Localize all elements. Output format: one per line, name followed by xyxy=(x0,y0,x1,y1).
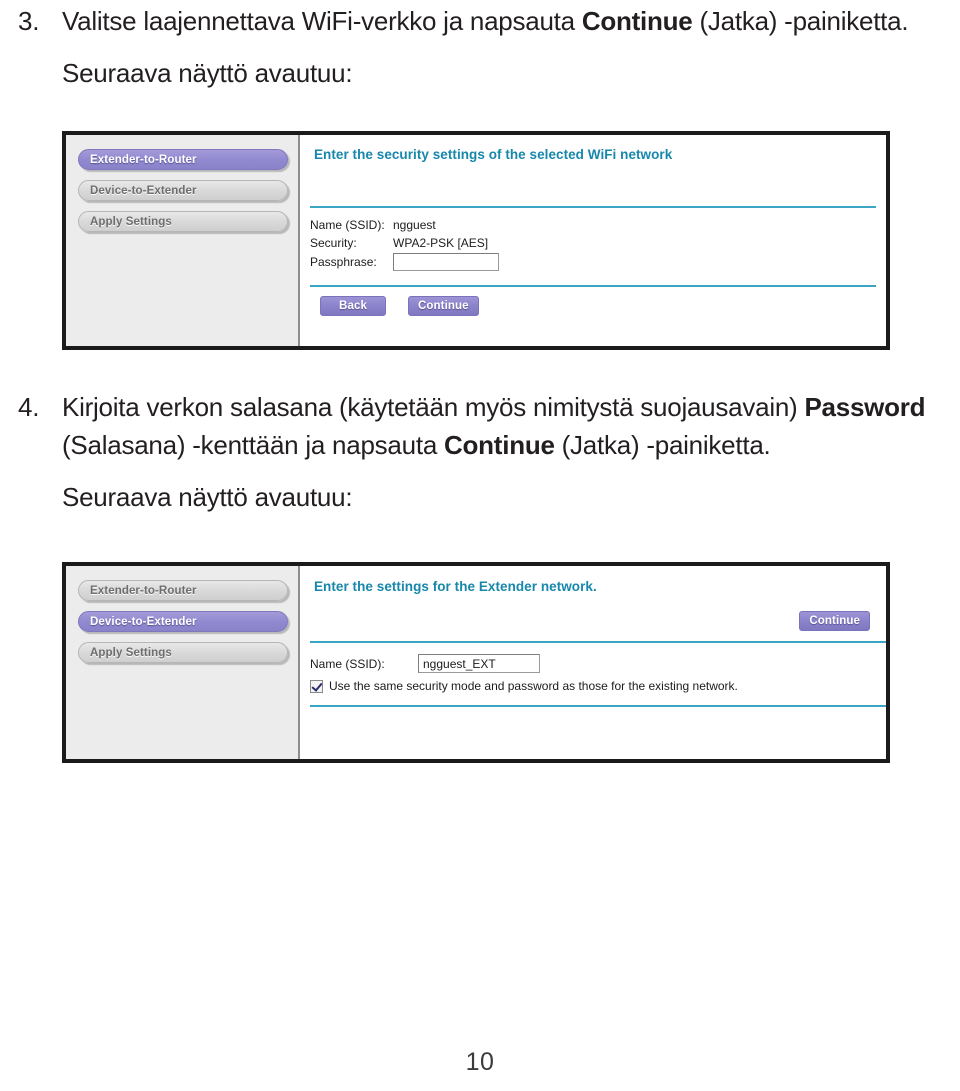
step-4-bold-continue: Continue xyxy=(444,430,555,460)
security-value: WPA2-PSK [AES] xyxy=(393,236,489,250)
sidebar-tab-device-to-extender[interactable]: Device-to-Extender xyxy=(78,611,288,632)
field-row-ssid-1: Name (SSID): ngguest xyxy=(310,217,436,233)
sidebar-tab-label: Device-to-Extender xyxy=(90,184,197,197)
sidebar-tab-label: Apply Settings xyxy=(90,646,172,659)
field-row-passphrase: Passphrase: xyxy=(310,253,499,271)
step-4-paragraph: Kirjoita verkon salasana (käytetään myös… xyxy=(62,388,948,464)
wizard-content-2: Enter the settings for the Extender netw… xyxy=(300,566,886,759)
security-label: Security: xyxy=(310,236,357,250)
divider-top-1 xyxy=(310,206,876,208)
panel-heading-security-settings: Enter the security settings of the selec… xyxy=(314,147,673,162)
sidebar-tab-device-to-extender[interactable]: Device-to-Extender xyxy=(78,180,288,201)
step-4-line1: Kirjoita verkon salasana (käytetään myös… xyxy=(62,392,805,422)
divider-top-2 xyxy=(310,641,886,643)
page-number: 10 xyxy=(465,1048,495,1076)
step-4-mid: (Salasana) -kenttään ja napsauta xyxy=(62,430,445,460)
panel-heading-extender-network: Enter the settings for the Extender netw… xyxy=(314,579,597,594)
passphrase-input[interactable] xyxy=(393,253,499,271)
instruction-step-3: 3. Valitse laajennettava WiFi-verkko ja … xyxy=(18,2,948,92)
step-3-body: Valitse laajennettava WiFi-verkko ja nap… xyxy=(62,2,948,92)
screenshot-extender-security-settings: Extender-to-Router Device-to-Extender Ap… xyxy=(62,131,890,350)
router-ui-window-2: Extender-to-Router Device-to-Extender Ap… xyxy=(66,566,886,759)
step-3-text-before: Valitse laajennettava WiFi-verkko ja nap… xyxy=(62,6,582,36)
router-ui-window-1: Extender-to-Router Device-to-Extender Ap… xyxy=(66,135,886,346)
field-row-ssid-2: Name (SSID): ngguest_EXT xyxy=(310,654,540,673)
step-3-followup: Seuraava näyttö avautuu: xyxy=(62,58,353,88)
divider-bottom-2 xyxy=(310,705,886,707)
checkbox-checked-icon[interactable] xyxy=(310,679,323,693)
step-4-body: Kirjoita verkon salasana (käytetään myös… xyxy=(62,388,948,516)
step-3-paragraph: Valitse laajennettava WiFi-verkko ja nap… xyxy=(62,2,948,40)
step-3-text-after: (Jatka) -painiketta. xyxy=(692,6,909,36)
step-4-followup: Seuraava näyttö avautuu: xyxy=(62,482,353,512)
ssid-value: ngguest xyxy=(393,218,436,232)
sidebar-tab-label: Extender-to-Router xyxy=(90,584,197,597)
ssid-label: Name (SSID): xyxy=(310,218,385,232)
sidebar-tab-label: Device-to-Extender xyxy=(90,615,197,628)
field-row-security: Security: WPA2-PSK [AES] xyxy=(310,235,488,251)
sidebar-tab-extender-to-router[interactable]: Extender-to-Router xyxy=(78,149,288,170)
step-3-bold-continue: Continue xyxy=(581,6,693,36)
reuse-security-checkbox-row[interactable]: Use the same security mode and password … xyxy=(310,679,738,693)
continue-button[interactable]: Continue xyxy=(799,611,870,631)
ssid-label: Name (SSID): xyxy=(310,656,385,671)
reuse-security-checkbox-label: Use the same security mode and password … xyxy=(329,679,738,693)
wizard-sidebar-2: Extender-to-Router Device-to-Extender Ap… xyxy=(66,566,300,759)
screenshot-extender-network-settings: Extender-to-Router Device-to-Extender Ap… xyxy=(62,562,890,763)
step-4-number: 4. xyxy=(18,392,40,422)
continue-button[interactable]: Continue xyxy=(408,296,479,316)
step-4-tail: (Jatka) -painiketta. xyxy=(554,430,771,460)
ssid-input[interactable]: ngguest_EXT xyxy=(418,654,540,673)
instruction-step-4: 4. Kirjoita verkon salasana (käytetään m… xyxy=(18,388,948,516)
wizard-sidebar-1: Extender-to-Router Device-to-Extender Ap… xyxy=(66,135,300,346)
sidebar-tab-apply-settings[interactable]: Apply Settings xyxy=(78,642,288,663)
button-row-1: Back Continue xyxy=(320,296,479,316)
sidebar-tab-apply-settings[interactable]: Apply Settings xyxy=(78,211,288,232)
passphrase-label: Passphrase: xyxy=(310,255,377,269)
divider-bottom-1 xyxy=(310,285,876,287)
sidebar-tab-extender-to-router[interactable]: Extender-to-Router xyxy=(78,580,288,601)
wizard-content-1: Enter the security settings of the selec… xyxy=(300,135,886,346)
back-button[interactable]: Back xyxy=(320,296,386,316)
sidebar-tab-label: Extender-to-Router xyxy=(90,153,197,166)
step-3-number: 3. xyxy=(18,6,40,36)
step-4-bold-password: Password xyxy=(804,392,926,422)
sidebar-tab-label: Apply Settings xyxy=(90,215,172,228)
continue-button-wrap: Continue xyxy=(799,611,870,631)
